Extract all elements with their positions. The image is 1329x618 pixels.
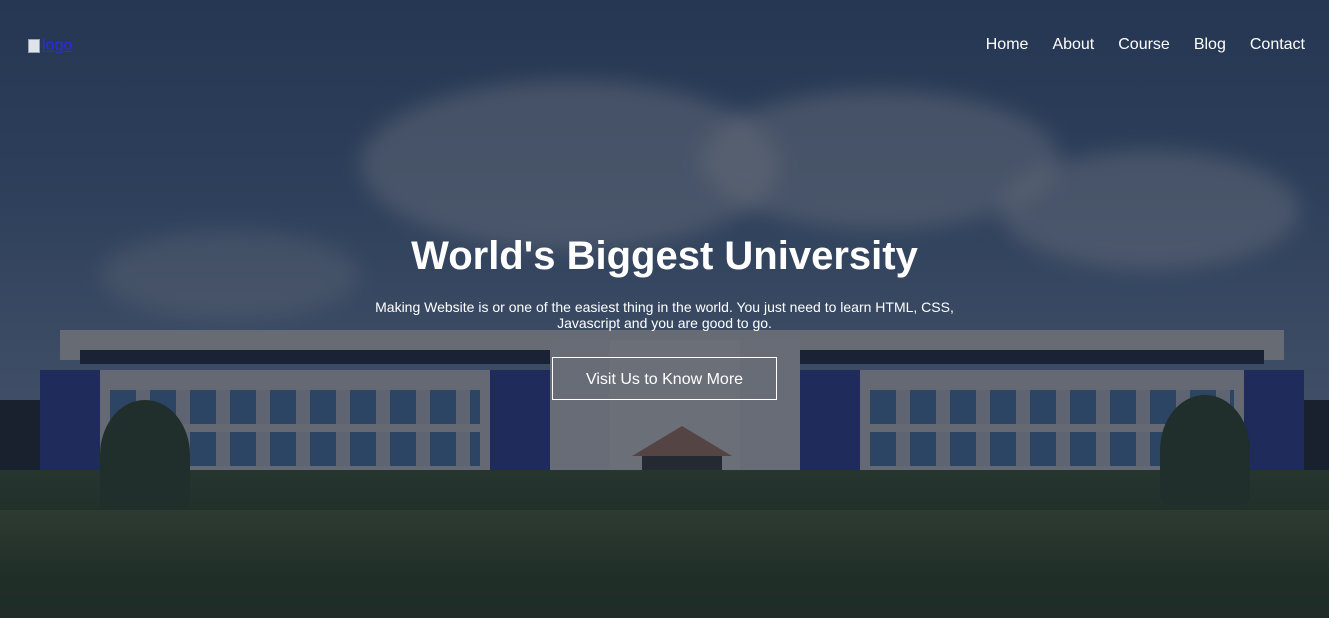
main-nav: Home About Course Blog Contact [962,35,1305,55]
logo-alt-text: logo [42,37,73,54]
nav-blog[interactable]: Blog [1194,35,1226,55]
nav-home[interactable]: Home [986,35,1029,55]
hero-title: World's Biggest University [411,234,918,278]
hero-content: World's Biggest University Making Websit… [0,232,1329,400]
logo-link[interactable]: logo [28,37,72,55]
hero-section: logo Home About Course Blog Contact Worl… [0,0,1329,618]
nav-course[interactable]: Course [1118,35,1170,55]
broken-image-icon [28,39,40,53]
hero-description: Making Website is or one of the easiest … [375,299,954,331]
visit-us-button[interactable]: Visit Us to Know More [551,357,778,400]
nav-about[interactable]: About [1052,35,1094,55]
nav-contact[interactable]: Contact [1250,35,1305,55]
